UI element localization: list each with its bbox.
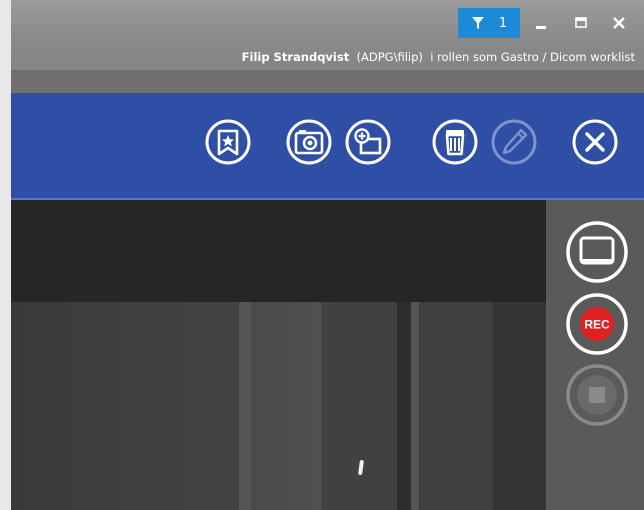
toolbar — [11, 93, 644, 200]
filter-count: 1 — [498, 15, 508, 31]
minimize-button[interactable] — [524, 8, 558, 38]
stop-button[interactable] — [565, 363, 629, 427]
minimize-icon — [536, 26, 546, 29]
stop-icon — [566, 364, 628, 426]
close-window-button[interactable] — [602, 8, 636, 38]
monitor-icon — [566, 221, 628, 283]
user-name: Filip Strandqvist — [241, 50, 350, 64]
maximize-button[interactable] — [564, 8, 598, 38]
user-role: i rollen som Gastro / Dicom worklist — [430, 50, 635, 64]
window-left-edge — [0, 0, 11, 510]
edit-button[interactable] — [490, 118, 538, 166]
delete-button[interactable] — [431, 118, 479, 166]
video-letterbox — [11, 200, 546, 302]
filter-icon — [471, 17, 484, 29]
add-image-icon — [345, 119, 391, 165]
maximize-icon — [575, 17, 587, 28]
light-spot — [357, 459, 365, 476]
video-frame — [11, 302, 546, 510]
recording-panel: REC — [546, 200, 644, 510]
record-icon: REC — [566, 293, 628, 355]
pencil-icon — [491, 119, 537, 165]
user-account: (ADPG\filip) — [356, 50, 423, 64]
filter-badge[interactable]: 1 — [458, 8, 520, 38]
header-divider — [11, 70, 644, 93]
bookmark-button[interactable] — [204, 118, 252, 166]
bookmark-icon — [205, 119, 251, 165]
add-image-button[interactable] — [344, 118, 392, 166]
close-circle-icon — [572, 119, 618, 165]
close-icon — [613, 17, 625, 29]
record-button[interactable]: REC — [565, 292, 629, 356]
user-info: Filip Strandqvist (ADPG\filip) i rollen … — [242, 50, 635, 64]
video-preview — [11, 200, 546, 510]
rec-label: REC — [584, 318, 610, 332]
display-toggle-button[interactable] — [565, 220, 629, 284]
camera-icon — [286, 119, 332, 165]
close-button[interactable] — [571, 118, 619, 166]
capture-image-button[interactable] — [285, 118, 333, 166]
trash-icon — [432, 119, 478, 165]
